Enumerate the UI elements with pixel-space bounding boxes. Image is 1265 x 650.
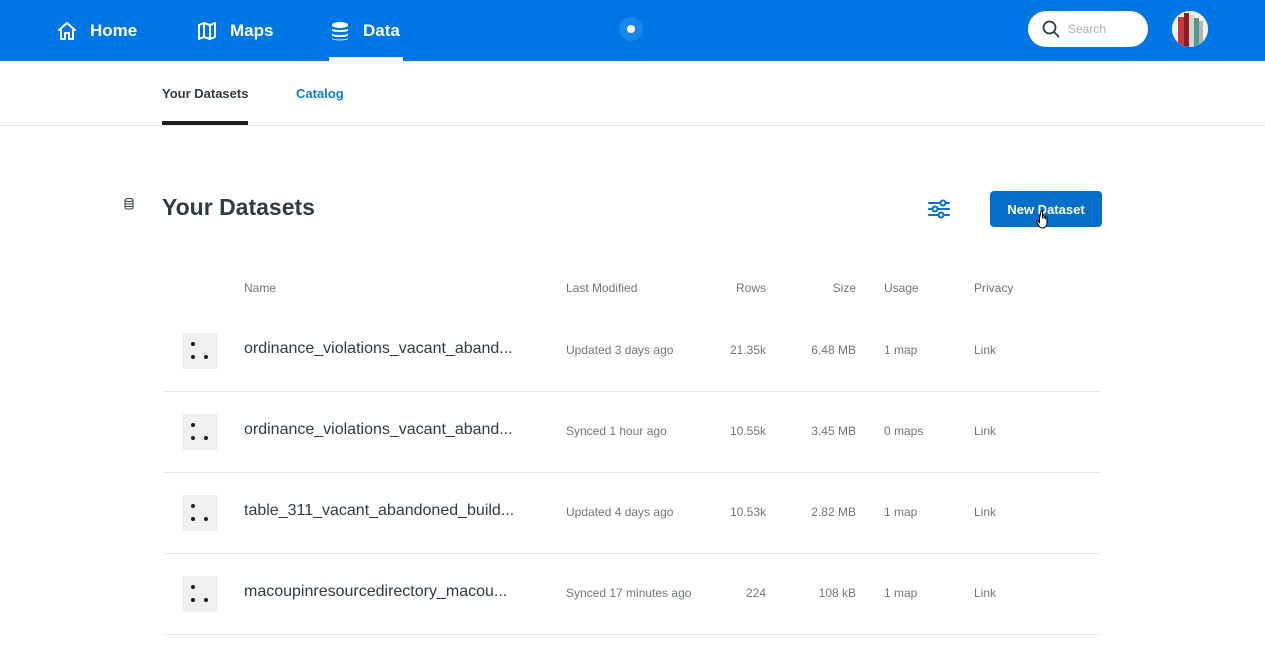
tab-catalog[interactable]: Catalog <box>296 86 344 101</box>
column-header-size: Size <box>832 281 856 295</box>
privacy-status[interactable]: Link <box>974 586 996 600</box>
search-box[interactable] <box>1028 11 1148 47</box>
filter-icon[interactable] <box>926 197 952 221</box>
column-header-rows: Rows <box>735 281 766 295</box>
last-modified: Synced 1 hour ago <box>566 424 667 438</box>
home-icon <box>56 20 78 42</box>
dataset-usage[interactable]: 0 maps <box>884 424 923 438</box>
row-count: 10.53k <box>729 505 766 519</box>
point-dataset-icon <box>182 414 218 450</box>
tab-your-datasets[interactable]: Your Datasets <box>162 86 248 101</box>
status-dot-icon <box>619 17 643 41</box>
row-count: 224 <box>745 586 766 600</box>
active-tab-indicator <box>162 121 248 125</box>
dataset-name[interactable]: ordinance_violations_vacant_aband... <box>244 421 513 439</box>
last-modified: Updated 4 days ago <box>566 505 674 519</box>
privacy-status[interactable]: Link <box>974 424 996 438</box>
nav-data[interactable]: Data <box>329 0 403 61</box>
last-modified: Synced 17 minutes ago <box>566 586 692 600</box>
dataset-size: 3.45 MB <box>811 424 856 438</box>
search-icon <box>1042 20 1060 38</box>
dataset-size: 2.82 MB <box>811 505 856 519</box>
table-row[interactable]: ordinance_violations_vacant_aband... Syn… <box>162 392 1102 473</box>
nav-home-label: Home <box>90 20 138 40</box>
dataset-usage[interactable]: 1 map <box>884 343 917 357</box>
table-row[interactable]: ordinance_violations_vacant_aband... Upd… <box>162 311 1102 392</box>
table-row[interactable]: table_311_vacant_abandoned_build... Upda… <box>162 473 1102 554</box>
database-icon <box>124 198 134 210</box>
dataset-size: 108 kB <box>818 586 856 600</box>
row-count: 10.55k <box>729 424 766 438</box>
column-header-name: Name <box>244 281 277 295</box>
dataset-usage[interactable]: 1 map <box>884 586 917 600</box>
column-header-last-modified: Last Modified <box>566 281 638 295</box>
last-modified: Updated 3 days ago <box>566 343 674 357</box>
nav-home[interactable]: Home <box>56 0 137 61</box>
point-dataset-icon <box>182 576 218 612</box>
top-navbar: Home Maps Data <box>0 0 1265 61</box>
table-row[interactable]: macoupinresourcedirectory_macou... Synce… <box>162 554 1102 635</box>
sub-tabs: Your Datasets Catalog <box>0 61 1265 126</box>
dataset-name[interactable]: ordinance_violations_vacant_aband... <box>244 340 513 358</box>
column-header-usage: Usage <box>884 281 919 295</box>
dataset-name[interactable]: macoupinresourcedirectory_macou... <box>244 583 507 601</box>
point-dataset-icon <box>182 333 218 369</box>
nav-maps-label: Maps <box>230 20 274 40</box>
dataset-usage[interactable]: 1 map <box>884 505 917 519</box>
search-input[interactable] <box>1068 22 1146 36</box>
hand-cursor-icon <box>1036 210 1048 229</box>
nav-maps[interactable]: Maps <box>196 0 273 61</box>
nav-data-label: Data <box>363 20 400 40</box>
point-dataset-icon <box>182 495 218 531</box>
row-count: 21.35k <box>729 343 766 357</box>
map-icon <box>196 20 218 42</box>
privacy-status[interactable]: Link <box>974 343 996 357</box>
column-header-privacy: Privacy <box>974 281 1014 295</box>
database-icon <box>329 20 351 42</box>
privacy-status[interactable]: Link <box>974 505 996 519</box>
avatar[interactable] <box>1172 11 1208 47</box>
dataset-size: 6.48 MB <box>811 343 856 357</box>
dataset-name[interactable]: table_311_vacant_abandoned_build... <box>244 502 514 520</box>
page-title: Your Datasets <box>162 194 315 220</box>
